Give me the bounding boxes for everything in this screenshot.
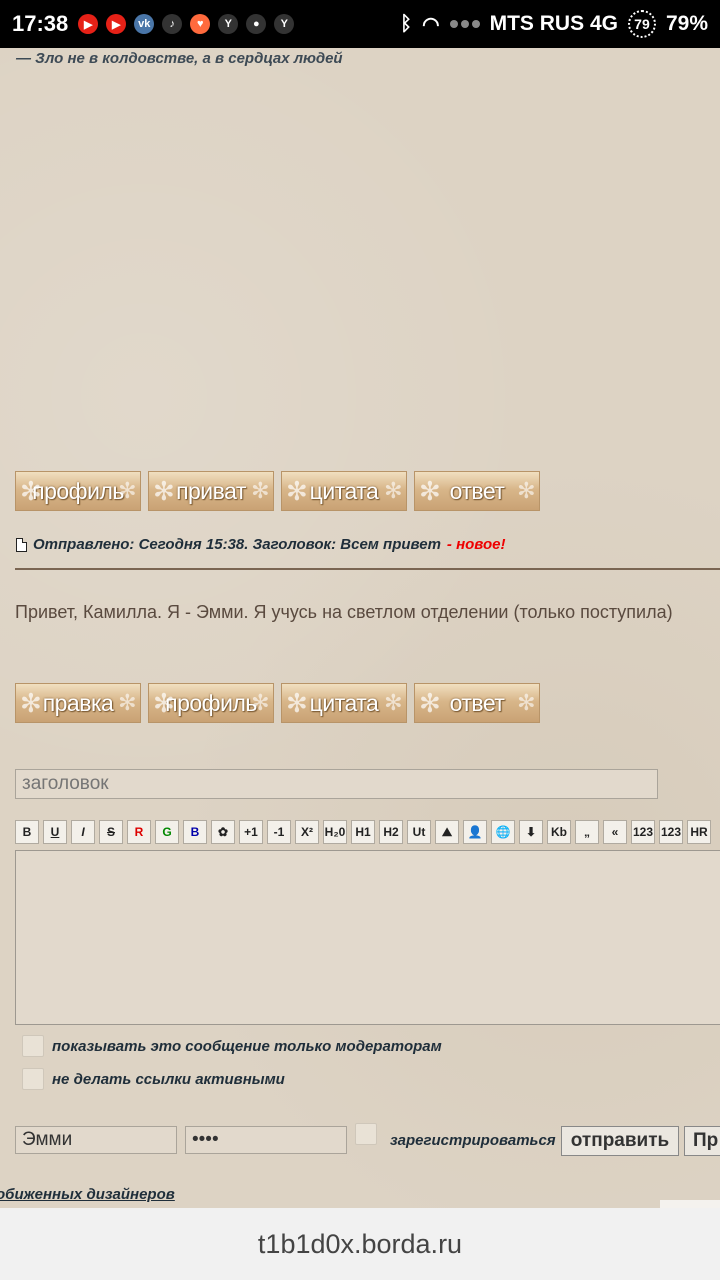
post-action-row-2: правка профиль цитата ответ (15, 683, 540, 723)
name-input[interactable] (15, 1126, 177, 1154)
camera-app-icon: ● (246, 14, 267, 34)
superscript-button[interactable]: X² (295, 820, 319, 844)
no-links-checkbox[interactable] (22, 1068, 44, 1090)
quote-button[interactable]: цитата (281, 683, 407, 723)
forum-page: — Зло не в колдовстве, а в сердцах людей… (0, 48, 720, 1208)
quote-button[interactable]: „ (575, 820, 599, 844)
image-button[interactable]: ⛰ (435, 820, 459, 844)
register-checkbox[interactable] (355, 1123, 377, 1145)
heading-1-button[interactable]: H1 (351, 820, 375, 844)
moderators-only-label: показывать это сообщение только модерато… (52, 1037, 442, 1055)
battery-ring-icon: 79 (627, 10, 656, 38)
moderators-only-checkbox[interactable] (22, 1035, 44, 1057)
subscript-button[interactable]: H₂0 (323, 820, 347, 844)
footer-link[interactable]: обиженных дизайнеров (0, 1186, 175, 1203)
post-header-text: Отправлено: Сегодня 15:38. Заголовок: Вс… (33, 536, 441, 553)
yandex-music-icon: ♪ (162, 14, 183, 34)
moderators-only-option: показывать это сообщение только модерато… (22, 1035, 442, 1057)
unordered-button[interactable]: Ut (407, 820, 431, 844)
post-action-row-1: профиль приват цитата ответ (15, 471, 540, 511)
reply-button[interactable]: ответ (414, 471, 540, 511)
green-color-button[interactable]: G (155, 820, 179, 844)
new-badge: - новое! (446, 536, 506, 553)
minus-one-button[interactable]: -1 (267, 820, 291, 844)
strike-button[interactable]: S (99, 820, 123, 844)
keyboard-button[interactable]: Kb (547, 820, 571, 844)
footer-box (660, 1200, 720, 1208)
status-time: 17:38 (12, 11, 69, 36)
link-button[interactable]: 🌐 (491, 820, 515, 844)
yandex-icon: Y (218, 14, 239, 34)
post-divider (15, 568, 720, 570)
profile-button[interactable]: профиль (148, 683, 274, 723)
no-links-option: не делать ссылки активными (22, 1068, 285, 1090)
send-button[interactable]: отправить (561, 1126, 679, 1156)
status-bar: 17:38 ▶ ▶ vk ♪ ♥ Y ● Y ᛒ ◠ MTS RUS 4G 79 79% (0, 0, 720, 48)
blue-color-button[interactable]: B (183, 820, 207, 844)
wifi-icon: ◠ (422, 13, 440, 36)
message-textarea[interactable] (15, 850, 720, 1025)
title-input[interactable] (15, 769, 658, 799)
numbers-2-button[interactable]: 123 (659, 820, 683, 844)
signal-icon (449, 20, 480, 28)
quote-button[interactable]: цитата (281, 471, 407, 511)
numbers-button[interactable]: 123 (631, 820, 655, 844)
heart-app-icon: ♥ (190, 14, 211, 34)
download-button[interactable]: ⬇ (519, 820, 543, 844)
youtube-icon: ▶ (106, 14, 127, 34)
youtube-icon: ▶ (78, 14, 99, 34)
format-toolbar: B U I S R G B ✿ +1 -1 X² H₂0 H1 H2 Ut ⛰ 👤 🌐 ⬇ Kb „ «123 123 HR (15, 820, 711, 844)
no-links-label: не делать ссылки активными (52, 1070, 285, 1088)
post-header: Отправлено: Сегодня 15:38. Заголовок: Вс… (16, 536, 506, 553)
battery-percent: 79% (665, 12, 708, 35)
color-picker-button[interactable]: ✿ (211, 820, 235, 844)
reply-button[interactable]: ответ (414, 683, 540, 723)
password-input[interactable] (185, 1126, 347, 1154)
private-message-button[interactable]: приват (148, 471, 274, 511)
italic-button[interactable]: I (71, 820, 95, 844)
status-right: ᛒ ◠ MTS RUS 4G 79 79% (400, 10, 708, 38)
carrier-label: MTS RUS 4G (489, 12, 618, 35)
url-text: t1b1d0x.borda.ru (257, 1228, 463, 1259)
red-color-button[interactable]: R (127, 820, 151, 844)
notification-icons: ▶ ▶ vk ♪ ♥ Y ● Y (78, 14, 295, 34)
yandex-icon: Y (274, 14, 295, 34)
user-button[interactable]: 👤 (463, 820, 487, 844)
plus-one-button[interactable]: +1 (239, 820, 263, 844)
heading-2-button[interactable]: H2 (379, 820, 403, 844)
user-signature: — Зло не в колдовстве, а в сердцах людей (16, 50, 343, 67)
bluetooth-icon: ᛒ (400, 12, 413, 35)
edit-button[interactable]: правка (15, 683, 141, 723)
document-icon (16, 537, 27, 552)
vk-icon: vk (134, 14, 155, 34)
quote-angle-button[interactable]: « (603, 820, 627, 844)
bold-button[interactable]: B (15, 820, 39, 844)
register-label: зарегистрироваться (390, 1132, 556, 1149)
browser-url-bar[interactable]: t1b1d0x.borda.ru (0, 1208, 720, 1280)
preview-button[interactable]: Пр (684, 1126, 720, 1156)
profile-button[interactable]: профиль (15, 471, 141, 511)
underline-button[interactable]: U (43, 820, 67, 844)
horizontal-rule-button[interactable]: HR (687, 820, 711, 844)
post-body: Привет, Камилла. Я - Эмми. Я учусь на св… (15, 602, 673, 622)
